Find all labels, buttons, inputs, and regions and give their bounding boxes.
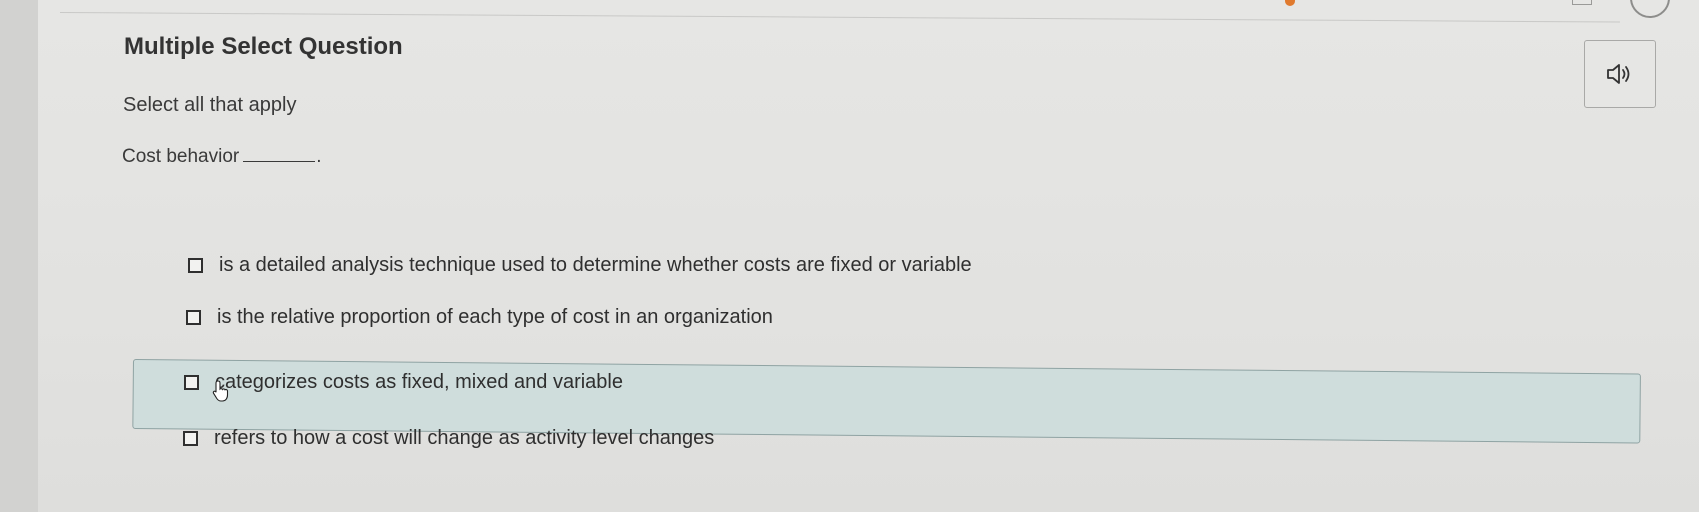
left-margin <box>0 0 38 512</box>
speaker-icon <box>1607 64 1630 84</box>
question-title: Multiple Select Question <box>124 33 403 60</box>
answer-blank <box>243 147 316 162</box>
option-checkbox[interactable] <box>186 310 201 325</box>
question-stem-end: . <box>316 146 322 167</box>
answer-option-3[interactable]: categorizes costs as fixed, mixed and va… <box>184 371 623 394</box>
hand-pointer-icon <box>212 380 229 402</box>
option-checkbox[interactable] <box>188 258 203 273</box>
top-toolbar-icon <box>1572 0 1592 5</box>
read-aloud-button[interactable] <box>1584 40 1656 108</box>
option-label: is the relative proportion of each type … <box>217 306 773 328</box>
question-stem: Cost behavior. <box>122 146 322 168</box>
option-checkbox[interactable] <box>184 375 199 390</box>
question-instruction: Select all that apply <box>123 94 297 116</box>
answer-option-4[interactable]: refers to how a cost will change as acti… <box>183 427 714 450</box>
option-label: is a detailed analysis technique used to… <box>219 254 972 276</box>
question-stem-text: Cost behavior <box>122 146 240 167</box>
option-checkbox[interactable] <box>183 431 198 446</box>
answer-option-1[interactable]: is a detailed analysis technique used to… <box>188 254 972 277</box>
answer-option-2[interactable]: is the relative proportion of each type … <box>186 306 773 329</box>
option-label: categorizes costs as fixed, mixed and va… <box>215 371 623 393</box>
option-label: refers to how a cost will change as acti… <box>214 427 715 449</box>
